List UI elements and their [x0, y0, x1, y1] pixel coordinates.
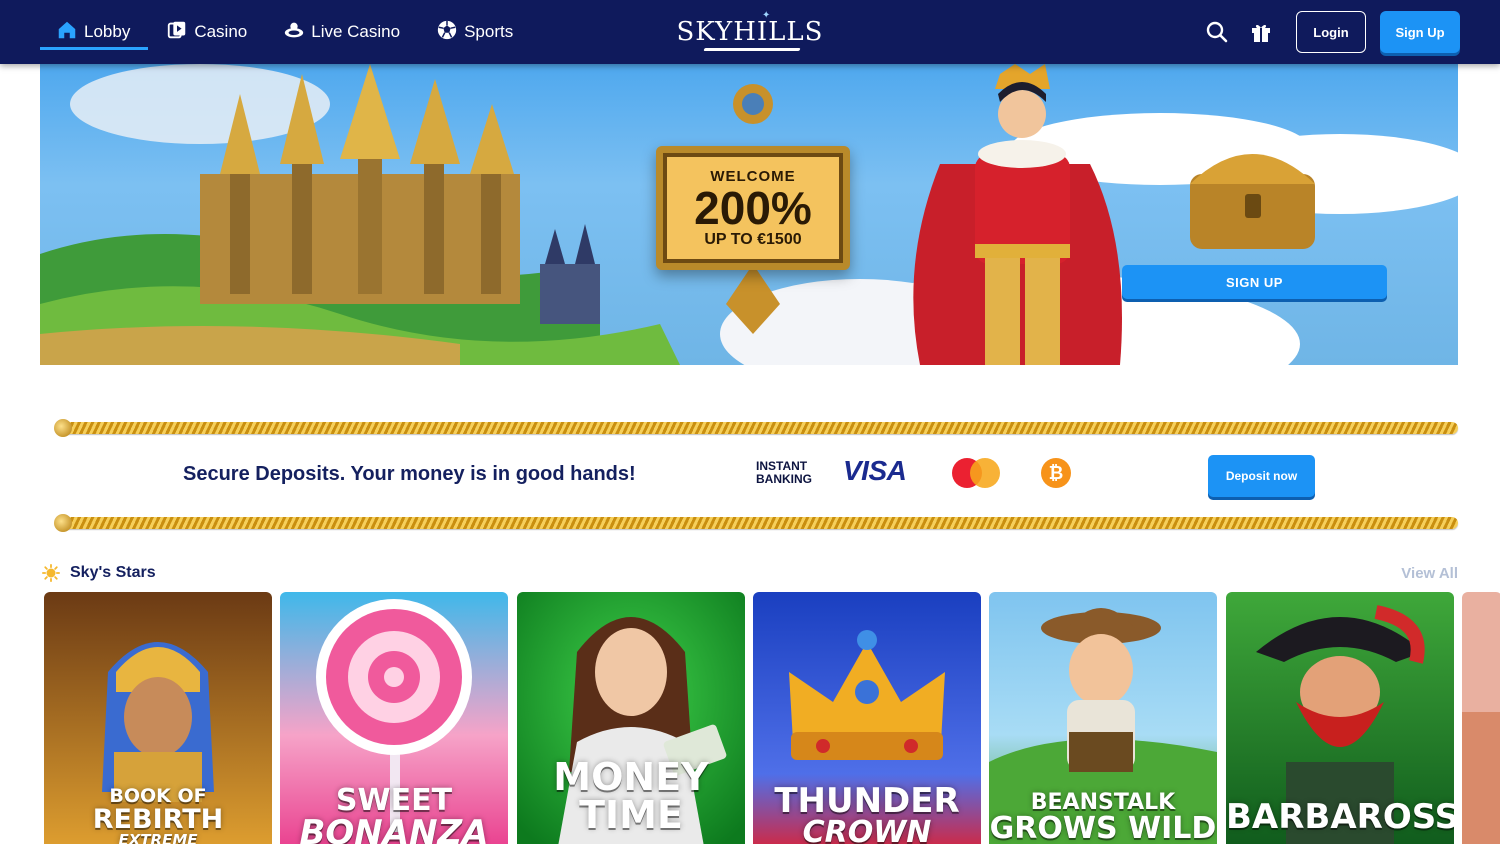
nav-item-lobby[interactable]: Lobby: [40, 0, 149, 64]
main-nav: Lobby Casino Live Casino Sports: [40, 0, 531, 64]
visa-logo: VISA: [843, 455, 907, 486]
mastercard-icon: [952, 458, 1000, 488]
bonus-percent: 200%: [694, 181, 812, 234]
view-all-link[interactable]: View All: [1401, 565, 1458, 582]
deposit-now-button[interactable]: Deposit now: [1208, 455, 1315, 497]
sun-icon: [42, 564, 60, 582]
game-tile-beanstalk-grows-wild[interactable]: BEANSTALK GROWS WILD: [989, 592, 1217, 844]
welcome-bonus-banner[interactable]: WELCOME 200% UP TO €1500 SIGN UP: [40, 64, 1458, 365]
game-tile-partial[interactable]: [1462, 592, 1500, 844]
nav-item-label: Casino: [194, 22, 248, 41]
soccer-ball-icon: [436, 19, 458, 46]
games-section-header: Sky's Stars View All: [42, 562, 1458, 586]
game-title-line2: REBIRTH: [92, 804, 224, 835]
game-tile-thunder-crown[interactable]: THUNDER CROWN: [753, 592, 981, 844]
game-tile-barbarossa[interactable]: BARBAROSSA: [1226, 592, 1454, 844]
nav-item-label: Live Casino: [311, 22, 401, 41]
game-title-line2: BONANZA: [299, 813, 489, 844]
nav-item-live-casino[interactable]: Live Casino: [265, 0, 418, 64]
nav-item-label: Lobby: [84, 22, 131, 41]
game-tile-money-time[interactable]: MONEY TIME: [517, 592, 745, 844]
game-title-line1: MONEY TIME: [553, 755, 709, 837]
cards-play-icon: [166, 19, 188, 46]
game-title-line2: CROWN: [802, 815, 932, 844]
banner-signup-button[interactable]: SIGN UP: [1122, 265, 1387, 299]
home-icon: [56, 19, 78, 46]
secure-deposits-text: Secure Deposits. Your money is in good h…: [183, 463, 636, 485]
game-tile-sweet-bonanza[interactable]: SWEET BONANZA: [280, 592, 508, 844]
header-tools: Login Sign Up: [1202, 11, 1460, 53]
logo-text: SKYHILLS: [676, 17, 824, 47]
live-dealer-icon: [283, 19, 305, 46]
game-artwork: [1462, 592, 1500, 844]
instant-banking-logo: INSTANT BANKING: [756, 460, 812, 486]
gift-icon[interactable]: [1246, 17, 1276, 47]
gold-rope-divider-top: [54, 419, 1458, 437]
nav-item-sports[interactable]: Sports: [418, 0, 531, 64]
game-tile-book-of-rebirth[interactable]: BOOK OF REBIRTH EXTREME: [44, 592, 272, 844]
game-title-line1: SWEET: [335, 783, 453, 818]
nav-item-casino[interactable]: Casino: [148, 0, 265, 64]
game-title-line3: EXTREME: [118, 831, 198, 844]
skyhills-logo[interactable]: SKYHILLS ✦: [677, 10, 823, 54]
welcome-bonus-sign: WELCOME 200% UP TO €1500: [656, 146, 850, 270]
login-button[interactable]: Login: [1296, 11, 1366, 53]
banking-label: BANKING: [756, 472, 812, 486]
logo-sparkle-icon: ✦: [762, 10, 772, 21]
signup-button[interactable]: Sign Up: [1380, 11, 1460, 53]
logo-swoosh: [703, 48, 801, 51]
nav-item-label: Sports: [464, 22, 514, 41]
game-title-line1: BARBAROSSA: [1226, 797, 1454, 837]
search-icon[interactable]: [1202, 17, 1232, 47]
game-title-line1: THUNDER: [774, 781, 960, 821]
bitcoin-icon: ₿: [1041, 458, 1071, 488]
gold-rope-divider-bottom: [54, 514, 1458, 532]
bonus-amount: UP TO €1500: [704, 230, 802, 248]
section-title: Sky's Stars: [70, 564, 156, 581]
top-navigation-bar: Lobby Casino Live Casino Sports SKYHILLS…: [0, 0, 1500, 64]
games-carousel: BOOK OF REBIRTH EXTREME SWEET BONANZA MO…: [44, 592, 1500, 844]
game-title-line2: GROWS WILD: [989, 811, 1217, 844]
